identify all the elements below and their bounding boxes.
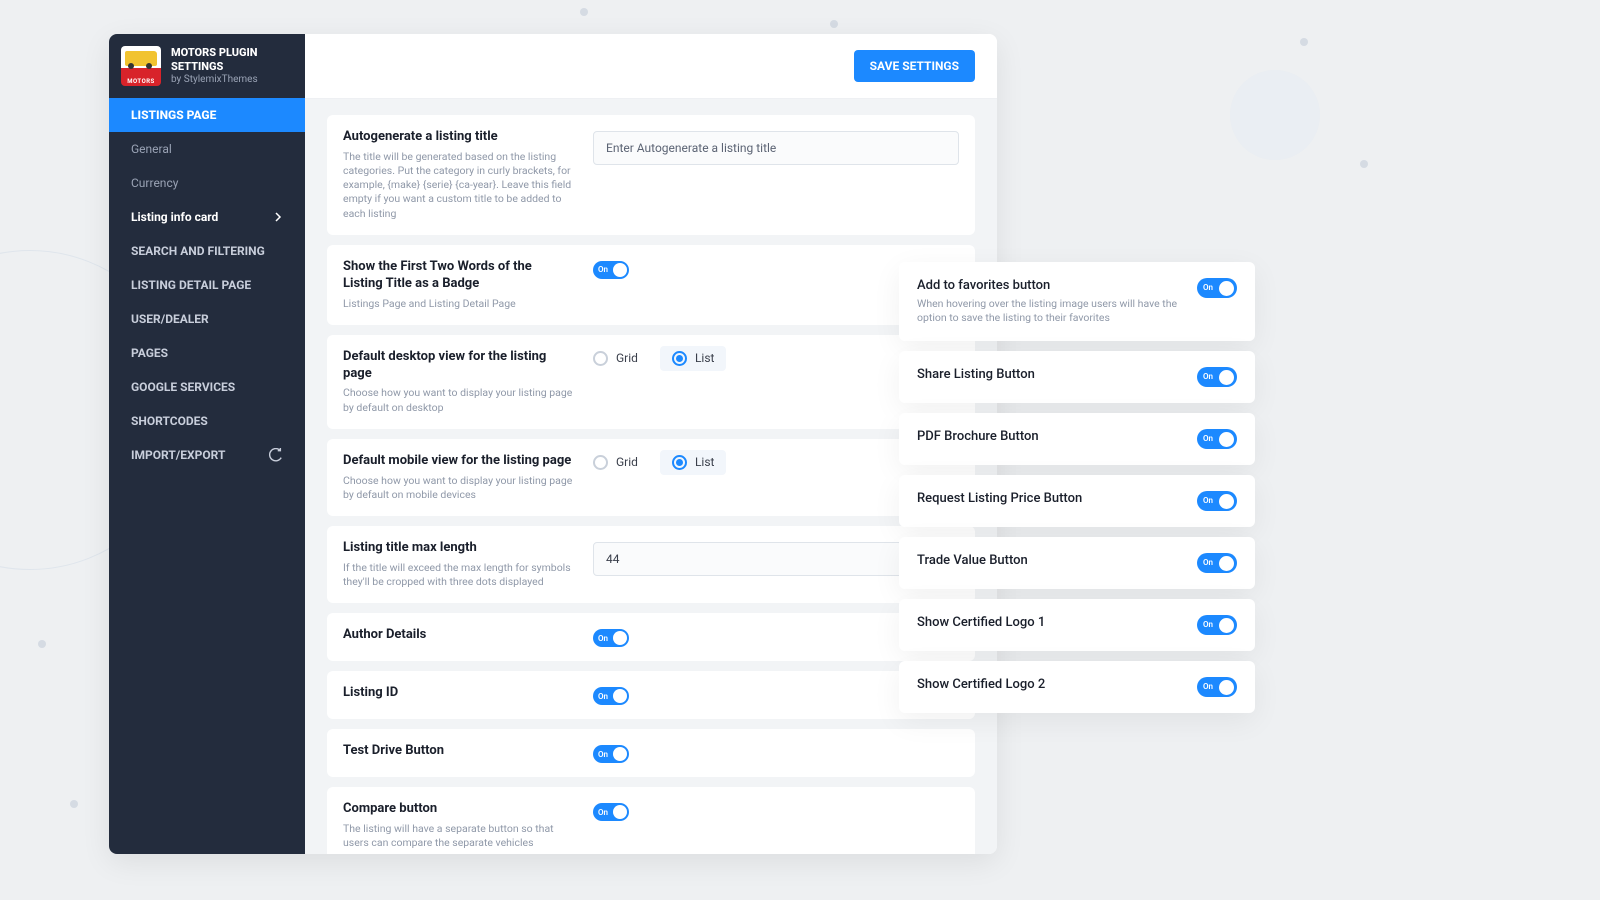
setting-compare-button: Compare button The listing will have a s…	[327, 787, 975, 854]
radio-label: List	[695, 351, 715, 365]
setting-title-max-length: Listing title max length If the title wi…	[327, 526, 975, 603]
setting-desc: The title will be generated based on the…	[343, 150, 573, 221]
sidebar-item-listing-info-card[interactable]: Listing info card	[109, 200, 305, 234]
sidebar-section-listing-detail[interactable]: LISTING DETAIL PAGE	[109, 268, 305, 302]
sidebar-nav: LISTINGS PAGE General Currency Listing i…	[109, 98, 305, 472]
setting-title: Share Listing Button	[917, 367, 1181, 382]
setting-certified-logo-2: Show Certified Logo 2 On	[899, 661, 1255, 713]
radio-label: Grid	[616, 455, 638, 469]
setting-trade-value: Trade Value Button On	[899, 537, 1255, 589]
setting-desc: Choose how you want to display your list…	[343, 474, 573, 502]
setting-title: Compare button	[343, 801, 573, 818]
share-toggle[interactable]: On	[1197, 367, 1237, 387]
desktop-view-radio-group: Grid List	[593, 351, 714, 366]
setting-title: Show Certified Logo 1	[917, 615, 1181, 630]
topbar: SAVE SETTINGS	[305, 34, 997, 99]
sidebar-item-label: IMPORT/EXPORT	[131, 448, 225, 462]
pdf-brochure-toggle[interactable]: On	[1197, 429, 1237, 449]
setting-author-details: Author Details On	[327, 613, 975, 661]
setting-title: Test Drive Button	[343, 743, 573, 760]
setting-title: Default desktop view for the listing pag…	[343, 349, 573, 383]
app-window: MOTORS MOTORS PLUGIN SETTINGS by Stylemi…	[109, 34, 997, 854]
setting-title: Listing ID	[343, 685, 573, 702]
setting-title: Author Details	[343, 627, 573, 644]
refresh-icon	[269, 448, 283, 462]
sidebar-item-label: Listing info card	[131, 210, 218, 224]
test-drive-toggle[interactable]: On	[593, 745, 629, 763]
sidebar: MOTORS MOTORS PLUGIN SETTINGS by Stylemi…	[109, 34, 305, 854]
setting-title: Show Certified Logo 2	[917, 677, 1181, 692]
certified-logo-2-toggle[interactable]: On	[1197, 677, 1237, 697]
sidebar-section-import-export[interactable]: IMPORT/EXPORT	[109, 438, 305, 472]
setting-title: Show the First Two Words of the Listing …	[343, 259, 573, 293]
chevron-right-icon	[273, 212, 283, 222]
setting-title: Add to favorites button	[917, 278, 1181, 293]
save-settings-button[interactable]: SAVE SETTINGS	[854, 50, 975, 82]
setting-test-drive: Test Drive Button On	[327, 729, 975, 777]
sidebar-section-shortcodes[interactable]: SHORTCODES	[109, 404, 305, 438]
favorites-toggle[interactable]: On	[1197, 278, 1237, 298]
setting-add-to-favorites: Add to favorites button When hovering ov…	[899, 262, 1255, 341]
setting-title: Default mobile view for the listing page	[343, 453, 573, 470]
author-details-toggle[interactable]: On	[593, 629, 629, 647]
desktop-view-list-radio[interactable]: List	[660, 346, 727, 371]
setting-desc: If the title will exceed the max length …	[343, 561, 573, 589]
setting-pdf-brochure: PDF Brochure Button On	[899, 413, 1255, 465]
settings-list: Autogenerate a listing title The title w…	[305, 99, 997, 854]
app-title: MOTORS PLUGIN SETTINGS by StylemixThemes	[171, 46, 258, 86]
request-price-toggle[interactable]: On	[1197, 491, 1237, 511]
radio-label: List	[695, 455, 715, 469]
mobile-view-radio-group: Grid List	[593, 455, 714, 470]
setting-desktop-view: Default desktop view for the listing pag…	[327, 335, 975, 429]
title-badge-toggle[interactable]: On	[593, 261, 629, 279]
sidebar-item-general[interactable]: General	[109, 132, 305, 166]
sidebar-section-pages[interactable]: PAGES	[109, 336, 305, 370]
mobile-view-grid-radio[interactable]: Grid	[593, 455, 638, 470]
setting-listing-id: Listing ID On	[327, 671, 975, 719]
sidebar-section-search-filtering[interactable]: SEARCH AND FILTERING	[109, 234, 305, 268]
certified-logo-1-toggle[interactable]: On	[1197, 615, 1237, 635]
sidebar-item-currency[interactable]: Currency	[109, 166, 305, 200]
setting-title: Request Listing Price Button	[917, 491, 1181, 506]
setting-mobile-view: Default mobile view for the listing page…	[327, 439, 975, 516]
setting-desc: When hovering over the listing image use…	[917, 297, 1181, 325]
setting-request-price: Request Listing Price Button On	[899, 475, 1255, 527]
radio-label: Grid	[616, 351, 638, 365]
setting-certified-logo-1: Show Certified Logo 1 On	[899, 599, 1255, 651]
trade-value-toggle[interactable]: On	[1197, 553, 1237, 573]
autogenerate-title-input[interactable]	[593, 131, 959, 165]
logo-block: MOTORS MOTORS PLUGIN SETTINGS by Stylemi…	[109, 34, 305, 98]
setting-autogenerate-title: Autogenerate a listing title The title w…	[327, 115, 975, 235]
setting-desc: The listing will have a separate button …	[343, 822, 573, 850]
main-panel: SAVE SETTINGS Autogenerate a listing tit…	[305, 34, 997, 854]
desktop-view-grid-radio[interactable]: Grid	[593, 351, 638, 366]
floating-settings-panel: Add to favorites button When hovering ov…	[899, 262, 1255, 713]
sidebar-section-listings-page[interactable]: LISTINGS PAGE	[109, 98, 305, 132]
compare-toggle[interactable]: On	[593, 803, 629, 821]
setting-desc: Choose how you want to display your list…	[343, 386, 573, 414]
setting-title: Listing title max length	[343, 540, 573, 557]
setting-title: PDF Brochure Button	[917, 429, 1181, 444]
sidebar-section-user-dealer[interactable]: USER/DEALER	[109, 302, 305, 336]
setting-title: Autogenerate a listing title	[343, 129, 573, 146]
setting-title: Trade Value Button	[917, 553, 1181, 568]
setting-title-badge: Show the First Two Words of the Listing …	[327, 245, 975, 325]
setting-share-listing: Share Listing Button On	[899, 351, 1255, 403]
mobile-view-list-radio[interactable]: List	[660, 450, 727, 475]
setting-desc: Listings Page and Listing Detail Page	[343, 297, 573, 311]
listing-id-toggle[interactable]: On	[593, 687, 629, 705]
sidebar-section-google-services[interactable]: GOOGLE SERVICES	[109, 370, 305, 404]
logo-icon: MOTORS	[121, 46, 161, 86]
